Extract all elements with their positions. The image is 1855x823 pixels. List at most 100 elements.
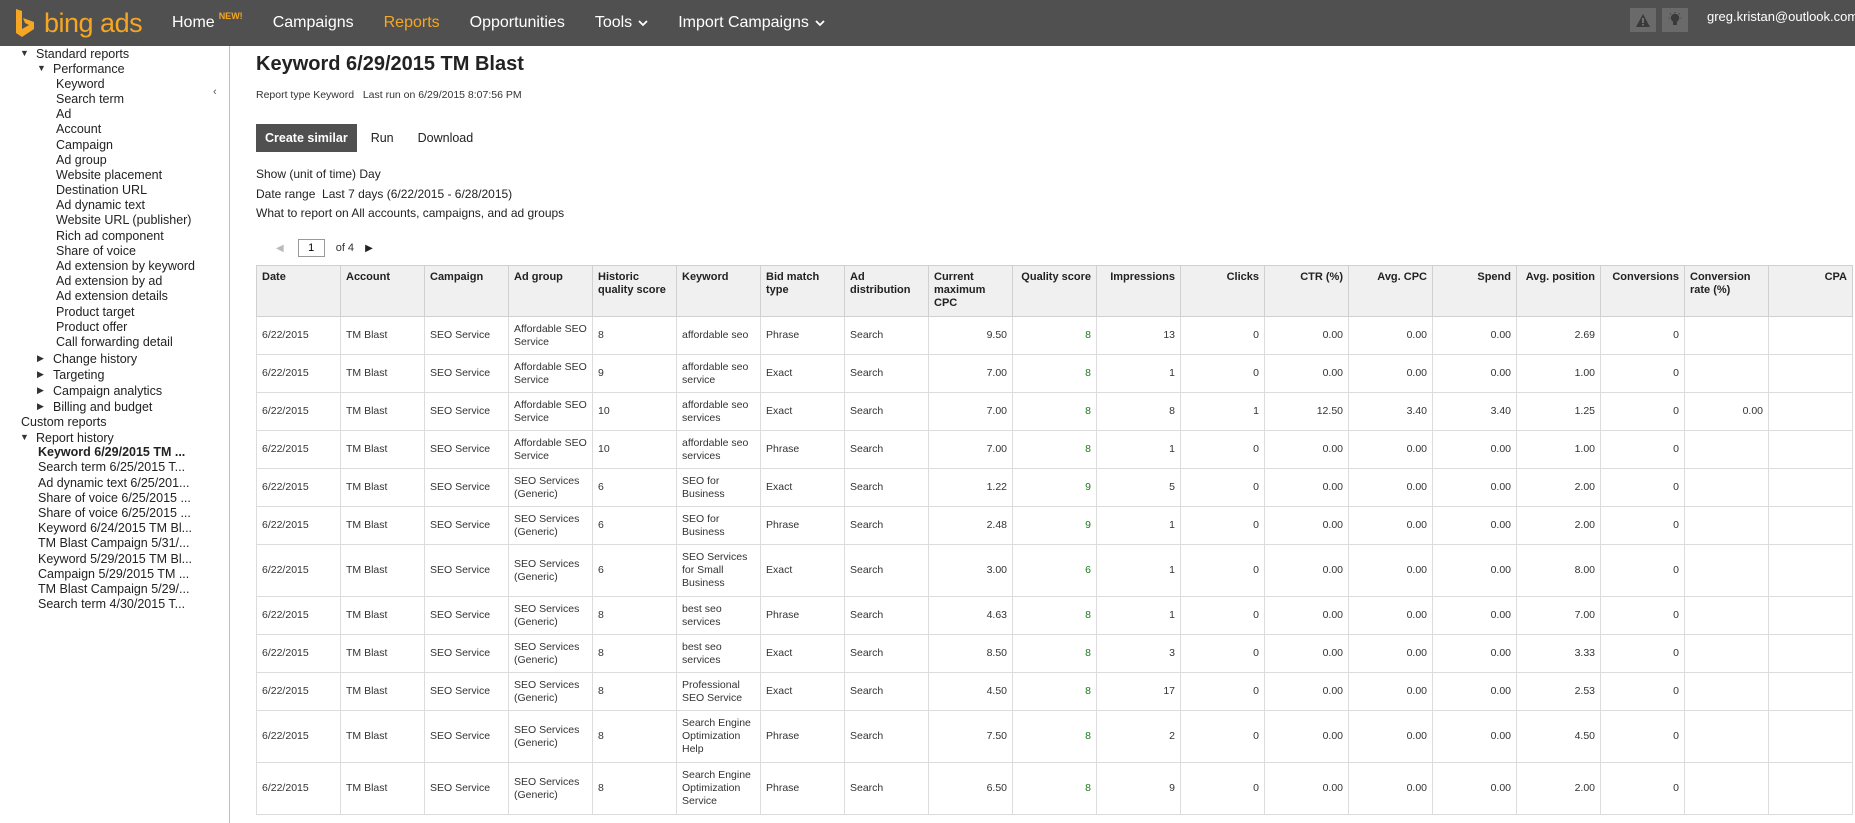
user-email[interactable]: greg.kristan@outlook.com (1707, 9, 1855, 24)
table-row[interactable]: 6/22/2015 TM Blast SEO Service SEO Services… (256, 762, 1853, 815)
nav-tools[interactable]: Tools (595, 14, 648, 32)
sidebar-item-keyword-6-24-2015-tm-bl[interactable]: Keyword 6/24/2015 TM Bl... (38, 521, 192, 535)
column-header[interactable]: Bid match type (760, 265, 845, 317)
download-button[interactable]: Download (418, 131, 474, 145)
sidebar-item-product-target[interactable]: Product target (56, 305, 135, 319)
column-header[interactable]: Ad group (508, 265, 593, 317)
expand-open-icon[interactable]: ▼ (20, 48, 29, 58)
table-row[interactable]: 6/22/2015 TM Blast SEO Service SEO Services… (256, 468, 1853, 507)
sidebar-item-performance[interactable]: Performance (53, 62, 125, 76)
column-header[interactable]: Quality score (1012, 265, 1097, 317)
column-header[interactable]: Keyword (676, 265, 761, 317)
sidebar-item-change-history[interactable]: Change history (53, 352, 137, 366)
column-header[interactable]: Impressions (1096, 265, 1181, 317)
sidebar-item-campaign-analytics[interactable]: Campaign analytics (53, 384, 162, 398)
table-cell: SEO Service (424, 544, 509, 597)
column-header[interactable]: Historic quality score (592, 265, 677, 317)
column-header[interactable]: Account (340, 265, 425, 317)
page-number-input[interactable] (297, 239, 325, 257)
table-row[interactable]: 6/22/2015 TM Blast SEO Service SEO Services… (256, 506, 1853, 545)
sidebar-item-ad-extension-by-keyword[interactable]: Ad extension by keyword (56, 259, 195, 273)
column-header[interactable]: Spend (1432, 265, 1517, 317)
nav-campaigns[interactable]: Campaigns (273, 14, 354, 32)
column-header[interactable]: Campaign (424, 265, 509, 317)
table-cell: 8.50 (928, 634, 1013, 673)
column-header[interactable]: Conversions (1600, 265, 1685, 317)
table-row[interactable]: 6/22/2015 TM Blast SEO Service Affordable S… (256, 430, 1853, 469)
sidebar-item-search-term-6-25-2015-t[interactable]: Search term 6/25/2015 T... (38, 460, 185, 474)
sidebar-item-destination-url[interactable]: Destination URL (56, 183, 147, 197)
warning-icon[interactable] (1630, 8, 1656, 32)
sidebar-item-ad-dynamic-text[interactable]: Ad dynamic text (56, 198, 145, 212)
column-header[interactable]: CTR (%) (1264, 265, 1349, 317)
nav-opportunities[interactable]: Opportunities (470, 14, 565, 32)
previous-page-icon[interactable]: ◀ (276, 243, 284, 254)
table-cell: SEO Service (424, 430, 509, 469)
sidebar-item-campaign[interactable]: Campaign (56, 138, 113, 152)
sidebar-item-call-forwarding-detail[interactable]: Call forwarding detail (56, 335, 173, 349)
column-header[interactable]: CPA (1768, 265, 1853, 317)
sidebar-item-report-history[interactable]: Report history (36, 431, 114, 445)
table-row[interactable]: 6/22/2015 TM Blast SEO Service SEO Services… (256, 672, 1853, 711)
expand-open-icon[interactable]: ▼ (37, 63, 46, 73)
table-row[interactable]: 6/22/2015 TM Blast SEO Service SEO Services… (256, 596, 1853, 635)
top-icons (1630, 8, 1694, 32)
sidebar-item-ad-extension-details[interactable]: Ad extension details (56, 289, 168, 303)
sidebar-item-tm-blast-campaign-5-29[interactable]: TM Blast Campaign 5/29/... (38, 582, 189, 596)
next-page-icon[interactable]: ▶ (365, 243, 373, 254)
sidebar-item-ad-extension-by-ad[interactable]: Ad extension by ad (56, 274, 162, 288)
table-row[interactable]: 6/22/2015 TM Blast SEO Service Affordable S… (256, 354, 1853, 393)
sidebar-item-website-url-publisher[interactable]: Website URL (publisher) (56, 213, 191, 227)
sidebar-item-share-of-voice-6-25-2015[interactable]: Share of voice 6/25/2015 ... (38, 491, 191, 505)
expand-closed-icon[interactable]: ▶ (37, 353, 44, 364)
sidebar-item-share-of-voice[interactable]: Share of voice (56, 244, 136, 258)
nav-reports[interactable]: Reports (384, 14, 440, 32)
sidebar-item-keyword-5-29-2015-tm-bl[interactable]: Keyword 5/29/2015 TM Bl... (38, 552, 192, 566)
sidebar-item-rich-ad-component[interactable]: Rich ad component (56, 229, 164, 243)
table-row[interactable]: 6/22/2015 TM Blast SEO Service Affordable S… (256, 316, 1853, 355)
report-settings: Show (unit of time) Day Date range Last … (256, 165, 564, 224)
sidebar-item-keyword[interactable]: Keyword (56, 77, 105, 91)
column-header[interactable]: Current maximum CPC (928, 265, 1013, 317)
sidebar-item-product-offer[interactable]: Product offer (56, 320, 127, 334)
sidebar-item-account[interactable]: Account (56, 122, 101, 136)
sidebar-item-search-term[interactable]: Search term (56, 92, 124, 106)
expand-closed-icon[interactable]: ▶ (37, 401, 44, 412)
sidebar-item-ad-dynamic-text-6-25-201[interactable]: Ad dynamic text 6/25/201... (38, 476, 189, 490)
expand-open-icon[interactable]: ▼ (20, 432, 29, 442)
sidebar-item-search-term-4-30-2015-t[interactable]: Search term 4/30/2015 T... (38, 597, 185, 611)
sidebar-item-billing-and-budget[interactable]: Billing and budget (53, 400, 152, 414)
column-header[interactable]: Conversion rate (%) (1684, 265, 1769, 317)
column-header[interactable]: Avg. CPC (1348, 265, 1433, 317)
sidebar-item-targeting[interactable]: Targeting (53, 368, 104, 382)
sidebar-item-share-of-voice-6-25-2015[interactable]: Share of voice 6/25/2015 ... (38, 506, 191, 520)
sidebar-item-tm-blast-campaign-5-31[interactable]: TM Blast Campaign 5/31/... (38, 536, 189, 550)
column-header[interactable]: Date (256, 265, 341, 317)
sidebar-item-ad-group[interactable]: Ad group (56, 153, 107, 167)
lightbulb-icon[interactable] (1662, 8, 1688, 32)
sidebar-item-ad[interactable]: Ad (56, 107, 71, 121)
nav-import-campaigns[interactable]: Import Campaigns (678, 14, 825, 32)
column-header[interactable]: Avg. position (1516, 265, 1601, 317)
create-similar-button[interactable]: Create similar (256, 124, 357, 152)
sidebar-item-standard-reports[interactable]: Standard reports (36, 47, 129, 61)
table-row[interactable]: 6/22/2015 TM Blast SEO Service Affordable S… (256, 392, 1853, 431)
collapse-sidebar-icon[interactable]: ‹ (213, 86, 217, 98)
sidebar-item-custom-reports[interactable]: Custom reports (21, 415, 106, 429)
sidebar-item-keyword-6-29-2015-tm[interactable]: Keyword 6/29/2015 TM ... (38, 445, 185, 459)
expand-closed-icon[interactable]: ▶ (37, 385, 44, 396)
nav-home[interactable]: Home NEW! (172, 11, 243, 32)
sidebar-item-website-placement[interactable]: Website placement (56, 168, 162, 182)
bing-ads-logo[interactable]: bing ads (14, 7, 143, 39)
table-row[interactable]: 6/22/2015 TM Blast SEO Service SEO Services… (256, 634, 1853, 673)
table-row[interactable]: 6/22/2015 TM Blast SEO Service SEO Services… (256, 710, 1853, 763)
column-header[interactable]: Ad distribution (844, 265, 929, 317)
table-row[interactable]: 6/22/2015 TM Blast SEO Service SEO Services… (256, 544, 1853, 597)
column-header[interactable]: Clicks (1180, 265, 1265, 317)
sidebar-item-campaign-5-29-2015-tm[interactable]: Campaign 5/29/2015 TM ... (38, 567, 189, 581)
expand-closed-icon[interactable]: ▶ (37, 369, 44, 380)
table-cell: 8 (1096, 392, 1181, 431)
table-cell: 0 (1180, 316, 1265, 355)
table-cell: 0.00 (1432, 506, 1517, 545)
run-button[interactable]: Run (371, 131, 394, 145)
